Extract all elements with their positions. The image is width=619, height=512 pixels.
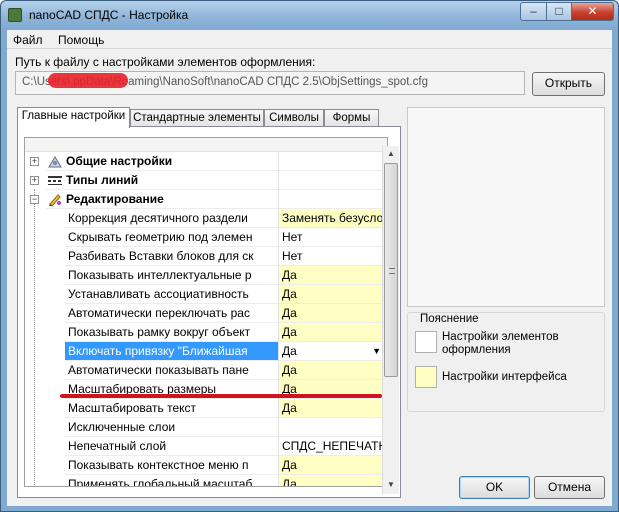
property-name: Применять глобальный масштаб <box>65 475 279 486</box>
scroll-down-arrow-icon[interactable]: ▼ <box>383 477 399 493</box>
legend-element-settings: Настройки элементов оформления <box>442 331 559 356</box>
open-button[interactable]: Открыть <box>532 72 605 96</box>
general-settings-icon <box>48 156 62 168</box>
property-value[interactable]: Да <box>279 304 385 323</box>
property-name: Показывать контекстное меню п <box>65 456 279 475</box>
interface-settings-swatch <box>415 366 437 388</box>
tab-main-settings[interactable]: Главные настройки <box>17 107 130 128</box>
property-name: Скрывать геометрию под элемен <box>65 228 279 247</box>
property-row[interactable]: Автоматически переключать рас Да <box>25 304 387 323</box>
property-value[interactable]: Да <box>279 266 385 285</box>
property-name: Непечатный слой <box>65 437 279 456</box>
legend-title: Пояснение <box>420 313 479 325</box>
settings-window: nanoCAD СПДС - Настройка – □ ✕ Файл Помо… <box>0 0 619 512</box>
property-value[interactable] <box>279 418 385 437</box>
property-value[interactable]: СПДС_НЕПЕЧАТН <box>279 437 385 456</box>
property-value[interactable]: Заменять безусло <box>279 209 385 228</box>
minimize-button[interactable]: – <box>520 2 547 21</box>
element-settings-swatch <box>415 331 437 353</box>
property-name: Включать привязку "Ближайшая <box>65 342 279 361</box>
group-label: Редактирование <box>45 190 279 209</box>
grid-header <box>25 138 387 152</box>
dialog-client: Файл Помощь Путь к файлу с настройками э… <box>7 30 612 506</box>
group-row-general[interactable]: + Общие настройки <box>25 152 387 171</box>
property-name: Коррекция десятичного раздели <box>65 209 279 228</box>
property-row[interactable]: Исключенные слои <box>25 418 387 437</box>
group-label: Типы линий <box>45 171 279 190</box>
property-name: Автоматически показывать пане <box>65 361 279 380</box>
property-row[interactable]: Показывать интеллектуальные р Да <box>25 266 387 285</box>
property-row[interactable]: Устанавливать ассоциативность Да <box>25 285 387 304</box>
ok-button[interactable]: OK <box>459 476 530 499</box>
editing-icon <box>49 194 61 207</box>
property-name: Устанавливать ассоциативность <box>65 285 279 304</box>
cancel-button[interactable]: Отмена <box>534 476 605 499</box>
path-label: Путь к файлу с настройками элементов офо… <box>15 55 316 69</box>
property-row[interactable]: Автоматически показывать пане Да <box>25 361 387 380</box>
vertical-scrollbar[interactable]: ▲ ▼ <box>382 146 399 494</box>
menu-file[interactable]: Файл <box>13 33 43 47</box>
property-row[interactable]: Показывать рамку вокруг объект Да <box>25 323 387 342</box>
title-bar[interactable]: nanoCAD СПДС - Настройка – □ ✕ <box>1 1 618 30</box>
property-row[interactable]: Скрывать геометрию под элемен Нет <box>25 228 387 247</box>
property-name: Разбивать Вставки блоков для ск <box>65 247 279 266</box>
window-title: nanoCAD СПДС - Настройка <box>29 8 189 22</box>
grip-icon <box>389 268 395 274</box>
property-name: Масштабировать текст <box>65 399 279 418</box>
group-label: Общие настройки <box>45 152 279 171</box>
close-button[interactable]: ✕ <box>571 2 614 21</box>
property-row[interactable]: Разбивать Вставки блоков для ск Нет <box>25 247 387 266</box>
menu-bar: Файл Помощь <box>7 30 612 49</box>
legend-group: Пояснение Настройки элементов оформления… <box>407 312 605 412</box>
property-value[interactable]: Да <box>279 323 385 342</box>
maximize-button[interactable]: □ <box>546 2 572 21</box>
group-value-cell <box>279 190 385 209</box>
property-grid: + Общие настройки + Типы линий − Редакти… <box>24 137 388 487</box>
menu-help[interactable]: Помощь <box>58 33 104 47</box>
property-row[interactable]: Непечатный слой СПДС_НЕПЕЧАТН <box>25 437 387 456</box>
expand-plus-icon[interactable]: + <box>30 157 39 166</box>
group-row-line-types[interactable]: + Типы линий <box>25 171 387 190</box>
property-value[interactable]: Нет <box>279 247 385 266</box>
property-value[interactable]: Да <box>279 285 385 304</box>
annotation-underline <box>60 394 382 398</box>
group-row-editing[interactable]: − Редактирование <box>25 190 387 209</box>
tab-symbols[interactable]: Символы <box>264 109 324 127</box>
property-name: Исключенные слои <box>65 418 279 437</box>
group-value-cell <box>279 171 385 190</box>
app-icon <box>8 8 22 22</box>
dropdown-arrow-icon[interactable]: ▼ <box>372 346 381 356</box>
combo-value: Да <box>282 344 297 358</box>
legend-interface-settings: Настройки интерфейса <box>442 371 567 383</box>
line-types-icon <box>48 176 62 185</box>
property-row[interactable]: Коррекция десятичного раздели Заменять б… <box>25 209 387 228</box>
property-name: Автоматически переключать рас <box>65 304 279 323</box>
property-value[interactable]: Нет <box>279 228 385 247</box>
expand-plus-icon[interactable]: + <box>30 176 39 185</box>
scroll-thumb[interactable] <box>384 163 398 377</box>
tab-standard-elements[interactable]: Стандартные элементы <box>130 109 264 127</box>
property-row[interactable]: Показывать контекстное меню п Да <box>25 456 387 475</box>
property-row[interactable]: Применять глобальный масштаб Да <box>25 475 387 486</box>
property-name: Показывать рамку вокруг объект <box>65 323 279 342</box>
property-row[interactable]: Масштабировать текст Да <box>25 399 387 418</box>
property-value[interactable]: Да <box>279 475 385 486</box>
property-value-combo[interactable]: Да ▼ <box>279 342 385 361</box>
property-value[interactable]: Да <box>279 361 385 380</box>
scroll-up-arrow-icon[interactable]: ▲ <box>383 146 399 162</box>
property-value[interactable]: Да <box>279 399 385 418</box>
redaction-mark <box>48 73 128 88</box>
group-value-cell <box>279 152 385 171</box>
property-value[interactable]: Да <box>279 456 385 475</box>
property-row-selected[interactable]: Включать привязку "Ближайшая Да ▼ <box>25 342 387 361</box>
property-name: Показывать интеллектуальные р <box>65 266 279 285</box>
collapse-minus-icon[interactable]: − <box>30 195 39 204</box>
description-panel <box>407 107 605 307</box>
tab-forms[interactable]: Формы <box>324 109 379 127</box>
tab-panel-main: + Общие настройки + Типы линий − Редакти… <box>17 126 401 498</box>
